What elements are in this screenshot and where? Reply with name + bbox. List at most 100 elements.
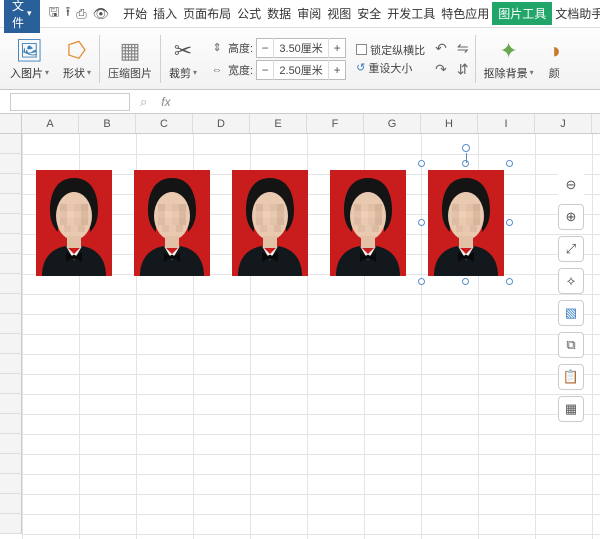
save-icon[interactable]: 🖫 <box>49 5 60 23</box>
photo-objects <box>36 170 504 276</box>
col-header-J[interactable]: J <box>535 114 592 133</box>
row-header[interactable] <box>0 454 22 474</box>
ribbon-separator <box>99 35 100 83</box>
tab-5[interactable]: 审阅 <box>294 2 324 25</box>
tab-3[interactable]: 公式 <box>234 2 264 25</box>
row-headers <box>0 134 22 534</box>
group-tool-button[interactable]: ▦ <box>558 396 584 422</box>
worksheet[interactable]: ABCDEFGHIJ <box>0 114 600 539</box>
col-header-A[interactable]: A <box>22 114 79 133</box>
width-increase[interactable]: + <box>329 63 345 77</box>
col-header-B[interactable]: B <box>79 114 136 133</box>
row-header[interactable] <box>0 434 22 454</box>
col-header-G[interactable]: G <box>364 114 421 133</box>
file-menu-button[interactable]: 文件 <box>4 0 40 33</box>
row-header[interactable] <box>0 374 22 394</box>
shapes-icon: ⭔ <box>67 37 86 65</box>
rotate-left-icon[interactable]: ↶ <box>435 40 447 57</box>
id-photo[interactable] <box>428 170 504 276</box>
tab-9[interactable]: 特色应用 <box>438 2 492 25</box>
row-header[interactable] <box>0 314 22 334</box>
lock-ratio-row[interactable]: 锁定纵横比 <box>356 42 425 58</box>
crop-icon: ✂ <box>174 37 192 65</box>
height-spinner[interactable]: − 3.50厘米 + <box>256 38 346 58</box>
tab-6[interactable]: 视图 <box>324 2 354 25</box>
reset-icon: ↺ <box>356 61 365 74</box>
tab-10[interactable]: 图片工具 <box>492 2 552 25</box>
select-all-corner[interactable] <box>0 114 22 133</box>
tab-8[interactable]: 开发工具 <box>384 2 438 25</box>
width-spinner[interactable]: − 2.50厘米 + <box>256 60 346 80</box>
row-header[interactable] <box>0 194 22 214</box>
row-header[interactable] <box>0 394 22 414</box>
remove-bg-button[interactable]: ✦ 抠除背景 <box>478 31 540 87</box>
tab-0[interactable]: 开始 <box>120 2 150 25</box>
row-header[interactable] <box>0 474 22 494</box>
shapes-button[interactable]: ⭔ 形状 <box>57 31 97 87</box>
insert-picture-button[interactable]: 🖼 入图片 <box>4 31 55 87</box>
row-header[interactable] <box>0 154 22 174</box>
id-photo[interactable] <box>36 170 112 276</box>
crop-button[interactable]: ✂ 裁剪 <box>163 31 203 87</box>
export-icon[interactable]: ⭱ <box>66 5 71 23</box>
row-header[interactable] <box>0 174 22 194</box>
menu-bar: 文件 🖫 ⭱ ⎙ 👁 开始插入页面布局公式数据审阅视图安全开发工具特色应用图片工… <box>0 0 600 28</box>
row-header[interactable] <box>0 214 22 234</box>
tab-strip: 开始插入页面布局公式数据审阅视图安全开发工具特色应用图片工具文档助手 <box>120 2 600 25</box>
paste-tool-button[interactable]: 📋 <box>558 364 584 390</box>
id-photo[interactable] <box>232 170 308 276</box>
id-photo[interactable] <box>330 170 406 276</box>
lock-ratio-checkbox[interactable] <box>356 44 367 55</box>
col-header-H[interactable]: H <box>421 114 478 133</box>
width-label: 宽度: <box>228 62 253 78</box>
fx-label[interactable]: fx <box>161 95 170 109</box>
id-photo[interactable] <box>134 170 210 276</box>
crop-tool-button[interactable]: ⟡ <box>558 268 584 294</box>
zoom-button[interactable]: ⊕ <box>558 204 584 230</box>
select-tool-button[interactable]: ▧ <box>558 300 584 326</box>
grid-body[interactable] <box>0 134 600 539</box>
row-header[interactable] <box>0 354 22 374</box>
name-box[interactable] <box>10 93 130 111</box>
row-header[interactable] <box>0 334 22 354</box>
row-header[interactable] <box>0 494 22 514</box>
width-decrease[interactable]: − <box>257 63 273 77</box>
height-increase[interactable]: + <box>329 41 345 55</box>
fx-search-icon[interactable]: ⌕ <box>140 94 147 110</box>
tab-7[interactable]: 安全 <box>354 2 384 25</box>
collapse-button[interactable]: ⊖ <box>558 172 584 198</box>
tab-2[interactable]: 页面布局 <box>180 2 234 25</box>
tab-11[interactable]: 文档助手 <box>552 2 600 25</box>
color-button[interactable]: ◑ 颜 <box>542 31 567 87</box>
compress-button[interactable]: ▦ 压缩图片 <box>102 31 158 87</box>
row-header[interactable] <box>0 514 22 534</box>
shapes-label: 形状 <box>63 65 91 81</box>
compress-icon: ▦ <box>120 37 141 65</box>
col-header-I[interactable]: I <box>478 114 535 133</box>
tab-4[interactable]: 数据 <box>264 2 294 25</box>
formula-bar: ⌕ fx <box>0 90 600 114</box>
col-header-C[interactable]: C <box>136 114 193 133</box>
reset-size-row[interactable]: ↺ 重设大小 <box>356 60 425 76</box>
flip-h-icon[interactable]: ⇋ <box>457 40 469 57</box>
row-header[interactable] <box>0 234 22 254</box>
height-decrease[interactable]: − <box>257 41 273 55</box>
fit-button[interactable]: ⤢ <box>558 236 584 262</box>
height-label: 高度: <box>228 40 253 56</box>
width-value: 2.50厘米 <box>273 60 329 80</box>
col-header-D[interactable]: D <box>193 114 250 133</box>
print-icon[interactable]: ⎙ <box>76 5 86 23</box>
row-header[interactable] <box>0 294 22 314</box>
flip-v-icon[interactable]: ⇵ <box>457 61 469 78</box>
row-header[interactable] <box>0 414 22 434</box>
row-header[interactable] <box>0 274 22 294</box>
row-header[interactable] <box>0 254 22 274</box>
col-header-E[interactable]: E <box>250 114 307 133</box>
copy-tool-button[interactable]: ⧉ <box>558 332 584 358</box>
tab-1[interactable]: 插入 <box>150 2 180 25</box>
rotate-right-icon[interactable]: ↷ <box>435 61 447 78</box>
file-menu-label: 文件 <box>12 0 24 31</box>
preview-icon[interactable]: 👁 <box>93 5 110 23</box>
row-header[interactable] <box>0 134 22 154</box>
col-header-F[interactable]: F <box>307 114 364 133</box>
